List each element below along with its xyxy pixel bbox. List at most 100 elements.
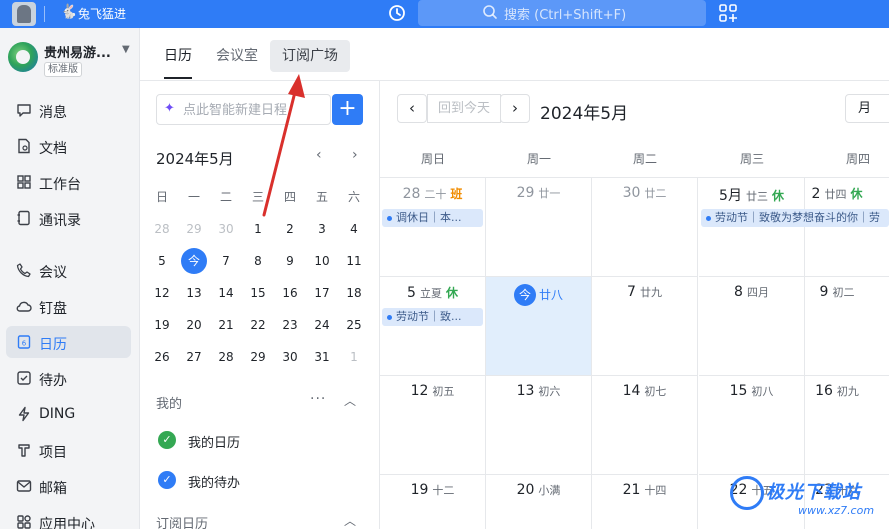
mini-day[interactable]: 1	[338, 341, 370, 373]
day-cell[interactable]: 20 小满	[486, 475, 592, 529]
mini-day[interactable]: 18	[338, 277, 370, 309]
day-cell[interactable]: 29 廿一	[486, 178, 592, 277]
mini-day[interactable]: 7	[210, 245, 242, 277]
nav-item-messages[interactable]: 消息	[6, 94, 131, 126]
mini-day[interactable]: 28	[146, 213, 178, 245]
mini-day[interactable]: 16	[274, 277, 306, 309]
mini-prev-month-button[interactable]: ‹	[316, 147, 322, 163]
global-search[interactable]: 搜索 (Ctrl+Shift+F)	[418, 0, 706, 26]
mini-day[interactable]: 13	[178, 277, 210, 309]
day-cell-today[interactable]: 今廿八	[486, 277, 592, 376]
day-cell[interactable]: 7 廿九	[592, 277, 698, 376]
mini-day[interactable]: 14	[210, 277, 242, 309]
add-event-button[interactable]: +	[332, 94, 363, 125]
mini-day[interactable]: 30	[274, 341, 306, 373]
day-cell[interactable]: 21 十四	[592, 475, 698, 529]
mini-day[interactable]: 26	[146, 341, 178, 373]
mini-day[interactable]: 12	[146, 277, 178, 309]
day-cell[interactable]: 2 廿四休	[805, 178, 889, 277]
lunar-date: 四月	[746, 286, 769, 299]
mini-day[interactable]: 4	[338, 213, 370, 245]
user-name[interactable]: 兔飞猛进	[78, 5, 126, 22]
mini-day[interactable]: 21	[210, 309, 242, 341]
nav-item-app-center[interactable]: 应用中心	[6, 506, 131, 529]
checked-icon[interactable]: ✓	[158, 431, 176, 449]
weekday-label: 周一	[526, 152, 551, 166]
tab-subscription-plaza[interactable]: 订阅广场	[270, 40, 350, 72]
mini-day[interactable]: 23	[274, 309, 306, 341]
mini-day[interactable]: 2	[274, 213, 306, 245]
day-cell[interactable]: 9 初二	[805, 277, 889, 376]
nav-item-contacts[interactable]: 通讯录	[6, 202, 131, 234]
mini-day[interactable]: 29	[242, 341, 274, 373]
calendar-icon: 6	[17, 335, 31, 349]
day-number: 7	[627, 284, 636, 300]
mini-next-month-button[interactable]: ›	[352, 147, 358, 163]
org-switcher[interactable]: 贵州易游... ▼ 标准版	[8, 42, 134, 78]
history-icon[interactable]	[387, 3, 407, 23]
checked-icon[interactable]: ✓	[158, 471, 176, 489]
day-cell[interactable]: 28 二十班 调休日｜本...	[380, 178, 486, 277]
mini-day[interactable]: 29	[178, 213, 210, 245]
mini-day[interactable]: 25	[338, 309, 370, 341]
ai-schedule-field[interactable]: ✦	[156, 94, 331, 125]
nav-item-project[interactable]: 项目	[6, 434, 131, 466]
nav-item-calendar[interactable]: 6 日历	[6, 326, 131, 358]
mini-day[interactable]: 1	[242, 213, 274, 245]
today-marker: 今	[181, 248, 207, 274]
mini-day[interactable]: 17	[306, 277, 338, 309]
message-icon	[17, 104, 31, 117]
day-number: 19	[410, 482, 429, 498]
nav-item-workbench[interactable]: 工作台	[6, 166, 131, 198]
org-name: 贵州易游...	[44, 46, 111, 61]
next-month-button[interactable]: ›	[500, 94, 530, 123]
nav-item-ding[interactable]: DING	[6, 398, 131, 430]
prev-month-button[interactable]: ‹	[397, 94, 427, 123]
view-switcher[interactable]: 月	[845, 94, 889, 123]
day-cell[interactable]: 14 初七	[592, 376, 698, 475]
chevron-up-icon[interactable]: ︿	[344, 512, 356, 529]
mini-day[interactable]: 11	[338, 245, 370, 277]
day-cell[interactable]: 30 廿二	[592, 178, 698, 277]
chevron-up-icon[interactable]: ︿	[344, 392, 356, 409]
mini-day[interactable]: 9	[274, 245, 306, 277]
tab-meeting-room[interactable]: 会议室	[216, 40, 258, 72]
mini-day[interactable]: 3	[306, 213, 338, 245]
mini-day[interactable]: 15	[242, 277, 274, 309]
mini-day[interactable]: 22	[242, 309, 274, 341]
mini-day[interactable]: 20	[178, 309, 210, 341]
mini-day-today[interactable]: 今	[178, 245, 210, 277]
event-chip-multiday[interactable]: 劳动节｜致敬为梦想奋斗的你｜劳	[701, 209, 889, 227]
user-avatar[interactable]	[12, 2, 36, 26]
mini-day[interactable]: 10	[306, 245, 338, 277]
mini-day[interactable]: 19	[146, 309, 178, 341]
mini-day[interactable]: 30	[210, 213, 242, 245]
event-chip[interactable]: 调休日｜本...	[382, 209, 483, 227]
mini-day[interactable]: 24	[306, 309, 338, 341]
mini-day[interactable]: 5	[146, 245, 178, 277]
event-chip[interactable]: 劳动节｜致...	[382, 308, 483, 326]
nav-item-documents[interactable]: 文档	[6, 130, 131, 162]
day-cell[interactable]: 16 初九	[805, 376, 889, 475]
day-cell[interactable]: 12 初五	[380, 376, 486, 475]
day-cell[interactable]: 5 立夏休 劳动节｜致...	[380, 277, 486, 376]
lunar-date: 立夏	[419, 287, 442, 300]
more-options-icon[interactable]: ···	[310, 391, 326, 407]
mini-day[interactable]: 8	[242, 245, 274, 277]
calendar-item-my-calendar[interactable]: ✓ 我的日历	[156, 429, 356, 453]
nav-item-todo[interactable]: 待办	[6, 362, 131, 394]
nav-item-cloud-drive[interactable]: 钉盘	[6, 290, 131, 322]
today-button[interactable]: 回到今天	[427, 94, 501, 123]
day-cell[interactable]: 13 初六	[486, 376, 592, 475]
calendar-item-my-todo[interactable]: ✓ 我的待办	[156, 469, 356, 493]
apps-grid-icon[interactable]	[718, 3, 738, 23]
mini-day[interactable]: 28	[210, 341, 242, 373]
mini-day[interactable]: 31	[306, 341, 338, 373]
nav-item-mail[interactable]: 邮箱	[6, 470, 131, 502]
ai-schedule-input[interactable]	[183, 100, 328, 120]
day-cell[interactable]: 19 十二	[380, 475, 486, 529]
tab-calendar[interactable]: 日历	[164, 40, 192, 79]
mini-day[interactable]: 27	[178, 341, 210, 373]
mini-week-row: 26 27 28 29 30 31 1	[146, 341, 376, 373]
nav-item-meeting[interactable]: 会议	[6, 254, 131, 286]
